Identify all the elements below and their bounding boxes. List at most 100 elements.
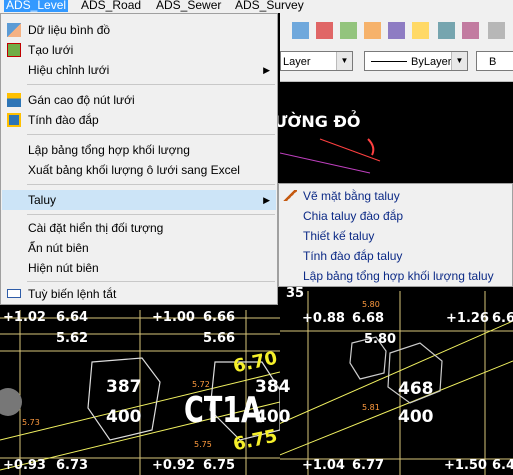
toolbar-icon-7[interactable] <box>438 22 455 39</box>
menu-item-hieu-chinh-luoi[interactable]: Hiệu chỉnh lưới ▶ <box>2 60 276 80</box>
cad-red-arc <box>367 138 375 156</box>
cad-l-r1-c4: 6.66 <box>203 310 236 325</box>
cad-small-label-2: 5.81 <box>362 403 380 412</box>
toolbar-icon-5[interactable] <box>388 22 405 39</box>
menu-item-label: Ẩn nút biên <box>28 241 89 255</box>
taluy-submenu: Vẽ mặt bằng taluy Chia taluy đào đắp Thi… <box>278 183 513 287</box>
menu-ads-sewer[interactable]: ADS_Sewer <box>156 0 221 12</box>
menu-separator <box>27 84 275 85</box>
menu-item-hien-nut-bien[interactable]: Hiện nút biên <box>2 258 276 278</box>
menu-item-xuat-excel[interactable]: Xuất bảng khối lượng ô lưới sang Excel <box>2 160 276 180</box>
menu-separator <box>27 134 275 135</box>
cad-drawing-lower[interactable]: +1.02 6.64 +1.00 6.66 5.62 5.66 6.70 387… <box>0 290 291 475</box>
cad-small-label: 5.80 <box>362 300 380 309</box>
toolbar-icon-3[interactable] <box>340 22 357 39</box>
toolbar-icon-4[interactable] <box>364 22 381 39</box>
menu-item-tinh-dao-dap[interactable]: Tính đào đắp <box>2 110 276 130</box>
cad-cell-1: 387 <box>106 377 142 397</box>
submenu-item-thiet-ke-taluy[interactable]: Thiết kế taluy <box>303 226 374 246</box>
menu-item-label: Taluy <box>28 193 57 207</box>
cad-cell-6: 400 <box>398 407 434 427</box>
menu-item-du-lieu-binh-do[interactable]: Dữ liệu bình đồ <box>2 20 276 40</box>
menu-ads-level[interactable]: ADS_Level <box>4 0 69 12</box>
menu-ads-road[interactable]: ADS_Road <box>81 0 141 12</box>
menu-separator <box>27 214 275 215</box>
toolbar-icon-6[interactable] <box>412 22 429 39</box>
cad-road-title: ƯỜNG ĐỎ <box>274 112 361 131</box>
linetype-combo[interactable]: ByLayer ▼ <box>364 51 468 71</box>
cad-l-r2-c2: 5.66 <box>203 331 236 346</box>
menu-item-label: Cài đặt hiển thị đối tượng <box>28 221 164 235</box>
chevron-down-icon[interactable]: ▼ <box>336 52 352 70</box>
third-combo-value: B <box>489 56 497 68</box>
menu-item-tuy-bien-lenh-tat[interactable]: Tuỳ biến lệnh tắt <box>2 284 276 304</box>
cad-l-r1-c2: 6.64 <box>56 310 89 325</box>
cad-l-rb-c2: 6.73 <box>56 458 89 473</box>
linetype-combo-value: ByLayer <box>411 56 452 68</box>
submenu-item-lap-bang-taluy[interactable]: Lập bảng tổng hợp khối lượng taluy <box>303 266 494 286</box>
submenu-item-label: Chia taluy đào đắp <box>303 209 404 223</box>
cad-l-r2-c1: 5.62 <box>56 331 89 346</box>
chevron-down-icon[interactable]: ▼ <box>451 52 467 70</box>
ads-level-menu: Dữ liệu bình đồ Tạo lưới Hiệu chỉnh lưới… <box>0 13 278 305</box>
chevron-right-icon: ▶ <box>263 65 270 75</box>
submenu-item-chia-taluy[interactable]: Chia taluy đào đắp <box>303 206 403 226</box>
menu-item-label: Lập bảng tổng hợp khối lượng <box>28 143 190 157</box>
elevation-icon <box>7 93 21 107</box>
cad-small-orange-4: 5.73 <box>22 418 40 427</box>
toolbar-icon-1[interactable] <box>292 22 309 39</box>
calc-volume-icon <box>7 113 21 127</box>
menu-item-label: Tính đào đắp <box>28 113 99 127</box>
menu-item-label: Xuất bảng khối lượng ô lưới sang Excel <box>28 163 240 177</box>
survey-data-icon <box>7 23 21 37</box>
cad-cell-2: 400 <box>106 407 142 427</box>
cad-rb-c2: 6.77 <box>352 458 385 473</box>
toolbar-icon-9[interactable] <box>488 22 505 39</box>
cad-r2-c1: 5.80 <box>364 332 397 347</box>
cad-hatch-circle <box>0 388 22 416</box>
cad-ct-label: CT1A <box>184 390 262 431</box>
cad-r1-c2: 6.68 <box>352 311 385 326</box>
keyboard-icon <box>7 289 21 298</box>
menu-item-taluy[interactable]: Taluy ▶ <box>2 190 276 210</box>
submenu-item-label: Thiết kế taluy <box>303 229 375 243</box>
cad-l-r1-c3: +1.00 <box>152 310 195 325</box>
cad-r1-c3: +1.26 <box>446 311 489 326</box>
submenu-item-label: Vẽ mặt bằng taluy <box>303 189 400 203</box>
cad-rb-c1: +1.04 <box>302 458 345 473</box>
menu-item-tao-luoi[interactable]: Tạo lưới <box>2 40 276 60</box>
layer-combo[interactable]: Layer ▼ <box>280 51 353 71</box>
cad-small-orange-3: 5.72 <box>192 380 210 389</box>
cad-small-orange-5: 5.75 <box>194 440 212 449</box>
menu-item-cai-dat-hien-thi[interactable]: Cài đặt hiển thị đối tượng <box>2 218 276 238</box>
menu-separator <box>27 184 275 185</box>
cad-l-rb-c1: +0.93 <box>3 458 46 473</box>
menu-item-label: Dữ liệu bình đồ <box>28 23 111 37</box>
toolbar-icon-2[interactable] <box>316 22 333 39</box>
menu-item-label: Hiện nút biên <box>28 261 99 275</box>
toolbar-icon-8[interactable] <box>462 22 479 39</box>
cad-magenta-line <box>280 152 371 174</box>
menu-item-label: Tuỳ biến lệnh tắt <box>28 287 117 301</box>
cad-partial-label: 35 <box>286 286 305 301</box>
chevron-right-icon: ▶ <box>263 195 270 205</box>
menu-separator <box>27 281 275 282</box>
cad-polygon-1 <box>87 357 161 441</box>
menu-item-gan-cao-do[interactable]: Gán cao độ nút lưới <box>2 90 276 110</box>
menu-item-lap-bang-tong-hop[interactable]: Lập bảng tổng hợp khối lượng <box>2 140 276 160</box>
cad-diagonal-1 <box>280 320 513 424</box>
third-combo[interactable]: B <box>476 51 513 71</box>
cad-l-r1-c1: +1.02 <box>3 310 46 325</box>
menu-item-label: Hiệu chỉnh lưới <box>28 63 110 77</box>
submenu-item-tinh-dao-dap-taluy[interactable]: Tính đào đắp taluy <box>303 246 402 266</box>
menubar: ADS_Level ADS_Road ADS_Sewer ADS_Survey <box>0 0 513 13</box>
submenu-item-label: Tính đào đắp taluy <box>303 249 403 263</box>
cad-rb-c4: 6.4 <box>492 458 513 473</box>
linetype-line <box>371 61 407 62</box>
menu-item-an-nut-bien[interactable]: Ẩn nút biên <box>2 238 276 258</box>
submenu-item-ve-mat-bang-taluy[interactable]: Vẽ mặt bằng taluy <box>283 186 400 206</box>
grid-icon <box>7 43 21 57</box>
cad-rb-c3: +1.50 <box>444 458 487 473</box>
cad-cell-5: 468 <box>398 379 434 399</box>
menu-ads-survey[interactable]: ADS_Survey <box>235 0 304 12</box>
